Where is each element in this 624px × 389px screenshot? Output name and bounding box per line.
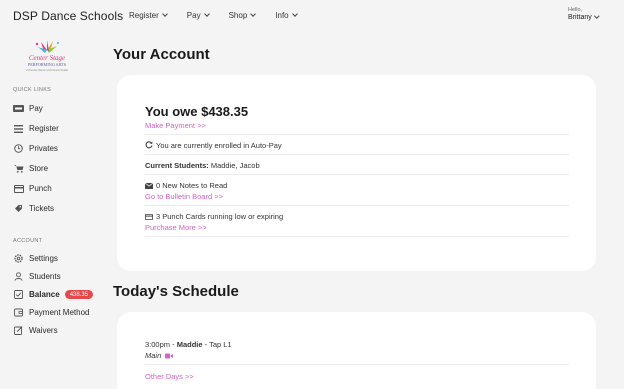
video-icon[interactable] (165, 352, 174, 361)
chevron-down-icon (250, 11, 257, 17)
divider (145, 174, 569, 175)
page-title: Your Account (113, 46, 210, 63)
schedule-card: 3:00pm - Maddie - Tap L1 Main Other Days… (117, 312, 596, 389)
refresh-icon (145, 141, 153, 151)
sidebar-item-label: Settings (29, 254, 58, 263)
nav-register-label: Register (129, 11, 159, 20)
make-payment-link[interactable]: Make Payment >> (145, 121, 569, 130)
main-nav: Register Pay Shop Info (129, 11, 317, 20)
sidebar-item-label: Students (29, 272, 61, 281)
nav-shop-label: Shop (228, 11, 248, 20)
divider (145, 364, 569, 365)
punch-card-status: 3 Punch Cards running low or expiring (145, 212, 569, 222)
edit-icon (13, 326, 24, 335)
sidebar-item-privates[interactable]: Privates (13, 144, 58, 153)
autopay-text: You are currently enrolled in Auto-Pay (156, 141, 282, 150)
class-location: Main (145, 351, 569, 361)
schedule-entry[interactable]: 3:00pm - Maddie - Tap L1 (145, 340, 569, 349)
sidebar-item-punch[interactable]: Punch (13, 184, 52, 193)
bulletin-board-link[interactable]: Go to Bulletin Board >> (145, 192, 569, 201)
notes-text: 0 New Notes to Read (156, 181, 228, 190)
list-icon (13, 124, 24, 133)
class-name: - Tap L1 (202, 340, 232, 349)
student-name: Maddie (176, 340, 203, 349)
logo-text-line1: Center Stage (29, 54, 65, 62)
balance-badge: 438.35 (64, 290, 94, 299)
brand-title[interactable]: DSP Dance Schools (13, 9, 123, 23)
sidebar-item-label: Punch (29, 184, 52, 193)
clock-icon (13, 144, 24, 153)
sidebar-item-label: Privates (29, 144, 58, 153)
sidebar-item-register[interactable]: Register (13, 124, 59, 133)
chevron-down-icon (594, 13, 599, 19)
top-navbar: DSP Dance Schools Register Pay Shop Info… (0, 0, 624, 34)
punch-text: 3 Punch Cards running low or expiring (156, 212, 284, 221)
logo-flower-icon (35, 40, 59, 53)
nav-register[interactable]: Register (129, 11, 168, 20)
sidebar-item-label: Tickets (29, 204, 55, 213)
cart-icon (13, 164, 24, 173)
user-greeting: Hello, (568, 7, 583, 13)
logo-text-line2: PERFORMING ARTS (28, 62, 67, 67)
divider (145, 134, 569, 135)
visa-card-icon (13, 104, 24, 113)
sidebar-item-payment-method[interactable]: Payment Method (13, 308, 89, 317)
notes-status: 0 New Notes to Read (144, 181, 569, 191)
schedule-title: Today's Schedule (113, 283, 239, 300)
chevron-down-icon (161, 11, 168, 17)
quick-links-heading: QUICK LINKS (13, 87, 52, 93)
sidebar-item-label: Pay (29, 104, 43, 113)
sidebar-item-label: Waivers (29, 326, 58, 335)
chevron-down-icon (291, 11, 298, 17)
students-label: Current Students: (145, 161, 209, 170)
divider (145, 154, 569, 155)
nav-info[interactable]: Info (275, 11, 298, 20)
autopay-status: You are currently enrolled in Auto-Pay (145, 141, 569, 151)
current-students: Current Students: Maddie, Jacob (145, 161, 569, 170)
gear-icon (13, 254, 24, 263)
location-name: Main (145, 351, 162, 360)
ticket-icon (13, 204, 24, 213)
user-icon (13, 272, 24, 281)
account-heading: ACCOUNT (13, 238, 43, 244)
user-menu[interactable]: Brittany (568, 13, 599, 21)
card-icon (13, 184, 24, 193)
sidebar-item-students[interactable]: Students (13, 272, 61, 281)
envelope-icon (144, 182, 154, 191)
divider (145, 205, 569, 206)
user-name: Brittany (568, 14, 592, 21)
sidebar-item-label: Store (29, 164, 49, 173)
account-card: You owe $438.35 Make Payment >> You are … (117, 75, 596, 271)
purchase-more-link[interactable]: Purchase More >> (145, 223, 569, 232)
wallet-icon (13, 308, 24, 317)
class-time: 3:00pm (145, 340, 171, 349)
nav-shop[interactable]: Shop (228, 11, 257, 20)
chevron-down-icon (203, 11, 210, 17)
logo-tagline: A Premier Dance and Fitness Studio (26, 68, 68, 72)
credit-card-icon (145, 213, 153, 222)
sidebar-item-settings[interactable]: Settings (13, 254, 58, 263)
sidebar-item-tickets[interactable]: Tickets (13, 204, 54, 213)
students-value: Maddie, Jacob (210, 161, 260, 170)
nav-pay-label: Pay (186, 11, 201, 20)
separator: - (170, 340, 177, 349)
sidebar-item-label: Balance (29, 290, 60, 299)
sidebar-item-label: Payment Method (29, 308, 90, 317)
other-days-link[interactable]: Other Days >> (145, 372, 569, 381)
divider (145, 236, 569, 237)
nav-pay[interactable]: Pay (186, 11, 210, 20)
sidebar-item-balance[interactable]: Balance 438.35 (13, 290, 94, 299)
sidebar-item-pay[interactable]: Pay (13, 104, 43, 113)
sidebar-item-label: Register (29, 124, 59, 133)
sidebar-item-store[interactable]: Store (13, 164, 48, 173)
studio-logo[interactable]: Center Stage PERFORMING ARTS A Premier D… (13, 40, 81, 74)
check-square-icon (13, 290, 24, 299)
nav-info-label: Info (275, 11, 289, 20)
sidebar-item-waivers[interactable]: Waivers (13, 326, 58, 335)
amount-owed: You owe $438.35 (145, 104, 249, 119)
